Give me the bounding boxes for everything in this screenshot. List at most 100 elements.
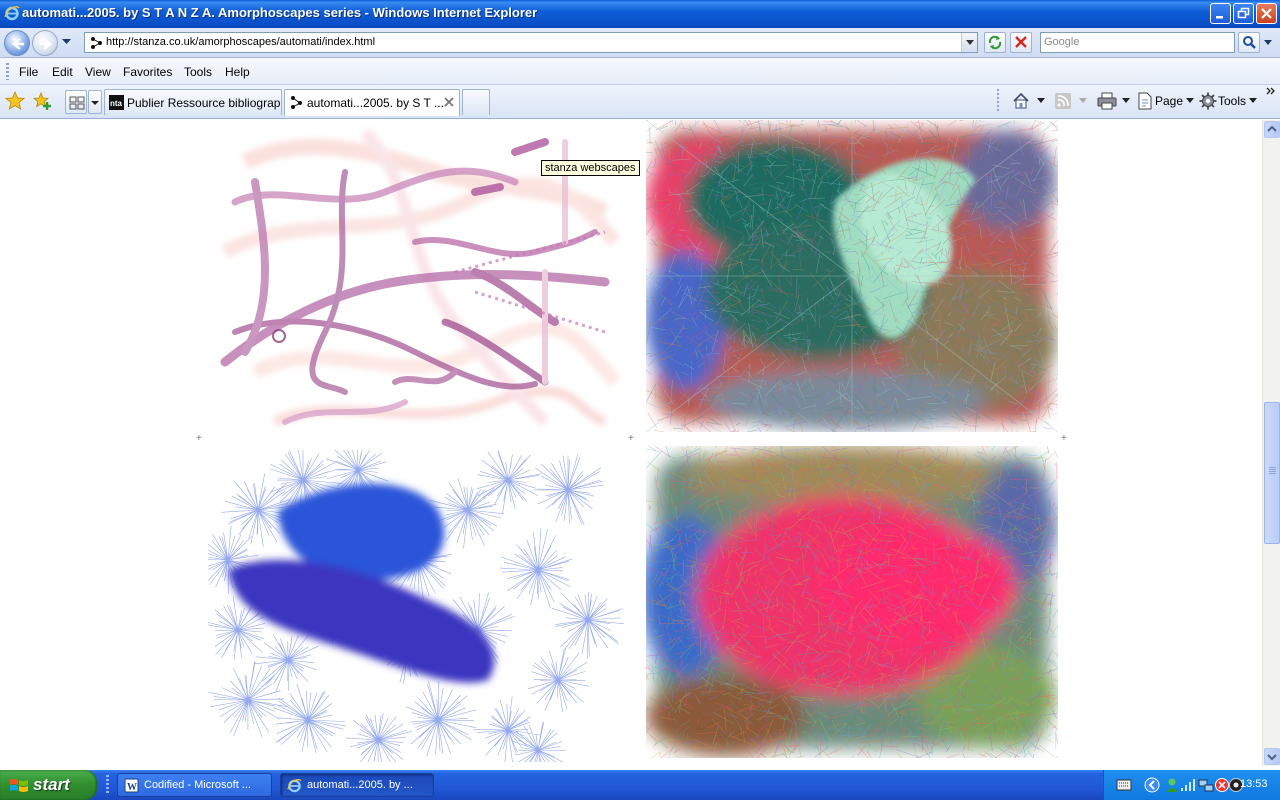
tooltip: stanza webscapes — [541, 160, 640, 176]
feeds-dropdown-icon[interactable] — [1079, 98, 1087, 104]
menu-help[interactable]: Help — [225, 65, 250, 79]
title-bar: automati...2005. by S T A N Z A. Amorpho… — [0, 0, 1280, 28]
scroll-up-button[interactable] — [1264, 121, 1280, 138]
nta-favicon: nta — [109, 95, 124, 110]
refresh-button[interactable] — [984, 32, 1006, 53]
artwork-blue-bursts-image[interactable] — [208, 450, 624, 762]
ie-icon — [287, 779, 302, 793]
refresh-icon — [988, 35, 1002, 50]
search-icon — [1243, 36, 1256, 49]
scroll-thumb[interactable] — [1264, 402, 1280, 544]
tools-menu-button[interactable]: Tools — [1218, 94, 1246, 108]
feeds-icon[interactable] — [1054, 92, 1072, 110]
arrow-left-icon — [12, 38, 24, 50]
back-button[interactable] — [4, 30, 30, 56]
taskbar-grip — [106, 775, 109, 795]
chevron-down-icon — [966, 40, 974, 45]
artwork-pink-multicolor-image[interactable] — [646, 446, 1058, 758]
vertical-scrollbar[interactable] — [1262, 120, 1280, 766]
taskbar: start W Codified - Microsoft ... automat… — [0, 770, 1280, 800]
svg-text:nta: nta — [110, 99, 123, 108]
start-button[interactable]: start — [0, 770, 97, 800]
clock[interactable]: 13:53 — [1240, 778, 1268, 790]
taskbar-item-label: Codified - Microsoft ... — [144, 779, 251, 791]
quick-tabs-button[interactable] — [65, 90, 87, 114]
add-favorite-icon[interactable] — [32, 91, 52, 111]
close-icon — [1261, 8, 1272, 19]
tab-label: Publier Ressource bibliograph... — [127, 96, 282, 110]
taskbar-item-word[interactable]: W Codified - Microsoft ... — [117, 773, 272, 797]
search-button[interactable] — [1238, 32, 1260, 53]
taskbar-item-label: automati...2005. by ... — [307, 779, 413, 791]
chevron-down-icon — [91, 101, 99, 105]
page-dropdown-icon[interactable] — [1186, 98, 1194, 104]
ie-icon — [4, 6, 20, 21]
home-dropdown-icon[interactable] — [1037, 98, 1045, 104]
messenger-icon[interactable] — [1164, 777, 1180, 793]
favorites-star-icon[interactable] — [5, 91, 25, 111]
chevron-down-icon — [1267, 754, 1277, 761]
taskbar-item-ie[interactable]: automati...2005. by ... — [280, 773, 434, 797]
system-tray: 13:53 — [1103, 770, 1280, 800]
history-dropdown-icon[interactable] — [62, 39, 71, 45]
print-icon[interactable] — [1097, 92, 1117, 110]
stop-button[interactable] — [1010, 32, 1032, 53]
tab-label: automati...2005. by S T ... — [307, 96, 444, 110]
print-dropdown-icon[interactable] — [1122, 98, 1130, 104]
toolbar-grip[interactable] — [6, 63, 9, 80]
tab-bar: nta Publier Ressource bibliograph... aut… — [0, 85, 1280, 119]
command-bar-grip[interactable] — [997, 89, 999, 113]
network-icon[interactable] — [1198, 777, 1214, 793]
scroll-down-button[interactable] — [1264, 748, 1280, 765]
layout-marker: + — [196, 433, 202, 444]
menu-favorites[interactable]: Favorites — [123, 65, 172, 79]
layout-marker: + — [628, 433, 634, 444]
word-icon: W — [124, 778, 139, 793]
stop-icon — [1015, 36, 1027, 48]
minimize-button[interactable] — [1210, 3, 1231, 24]
address-dropdown-button[interactable] — [961, 33, 977, 52]
tab-automati[interactable]: automati...2005. by S T ... — [284, 89, 460, 116]
address-toolbar: http://stanza.co.uk/amorphoscapes/automa… — [0, 28, 1280, 58]
home-icon[interactable] — [1012, 92, 1030, 110]
windows-logo-icon — [10, 779, 28, 792]
minimize-icon — [1216, 16, 1223, 19]
window-title: automati...2005. by S T A N Z A. Amorpho… — [22, 5, 538, 20]
address-field[interactable]: http://stanza.co.uk/amorphoscapes/automa… — [84, 32, 978, 53]
artwork-hairy-multicolor-image[interactable] — [646, 120, 1058, 432]
chevron-double-right-icon[interactable] — [1266, 87, 1276, 97]
url-text[interactable]: http://stanza.co.uk/amorphoscapes/automa… — [106, 36, 375, 48]
search-input[interactable]: Google — [1040, 32, 1235, 53]
menu-edit[interactable]: Edit — [52, 65, 73, 79]
page-viewport: + + + stanza webscapes — [0, 120, 1262, 766]
keyboard-icon[interactable] — [1116, 778, 1132, 792]
chevron-up-icon — [1267, 125, 1277, 132]
restore-button[interactable] — [1233, 3, 1254, 24]
menu-file[interactable]: File — [19, 65, 38, 79]
site-favicon — [91, 37, 102, 49]
close-tab-icon[interactable] — [443, 96, 455, 108]
svg-text:W: W — [127, 782, 137, 793]
page-icon[interactable] — [1137, 92, 1153, 110]
menu-view[interactable]: View — [85, 65, 111, 79]
new-tab-button[interactable] — [462, 89, 490, 115]
restore-icon — [1237, 7, 1250, 19]
layout-marker: + — [1061, 433, 1067, 444]
menu-tools[interactable]: Tools — [184, 65, 212, 79]
page-menu-button[interactable]: Page — [1155, 94, 1183, 108]
wireless-network-icon[interactable] — [1180, 777, 1196, 793]
arrow-right-icon — [40, 38, 52, 50]
tab-publier-ressource[interactable]: nta Publier Ressource bibliograph... — [104, 89, 282, 115]
tray-collapse-icon[interactable] — [1144, 777, 1160, 793]
quick-tabs-icon — [69, 96, 85, 110]
search-placeholder: Google — [1044, 36, 1080, 48]
site-favicon — [291, 96, 302, 109]
search-options-icon[interactable] — [1264, 40, 1272, 46]
start-label: start — [33, 775, 70, 794]
gear-icon[interactable] — [1199, 92, 1217, 110]
tools-dropdown-icon[interactable] — [1249, 98, 1257, 104]
close-window-button[interactable] — [1256, 3, 1277, 24]
forward-button[interactable] — [32, 30, 58, 56]
menu-bar: File Edit View Favorites Tools Help — [0, 58, 1280, 85]
tab-list-button[interactable] — [88, 90, 102, 114]
